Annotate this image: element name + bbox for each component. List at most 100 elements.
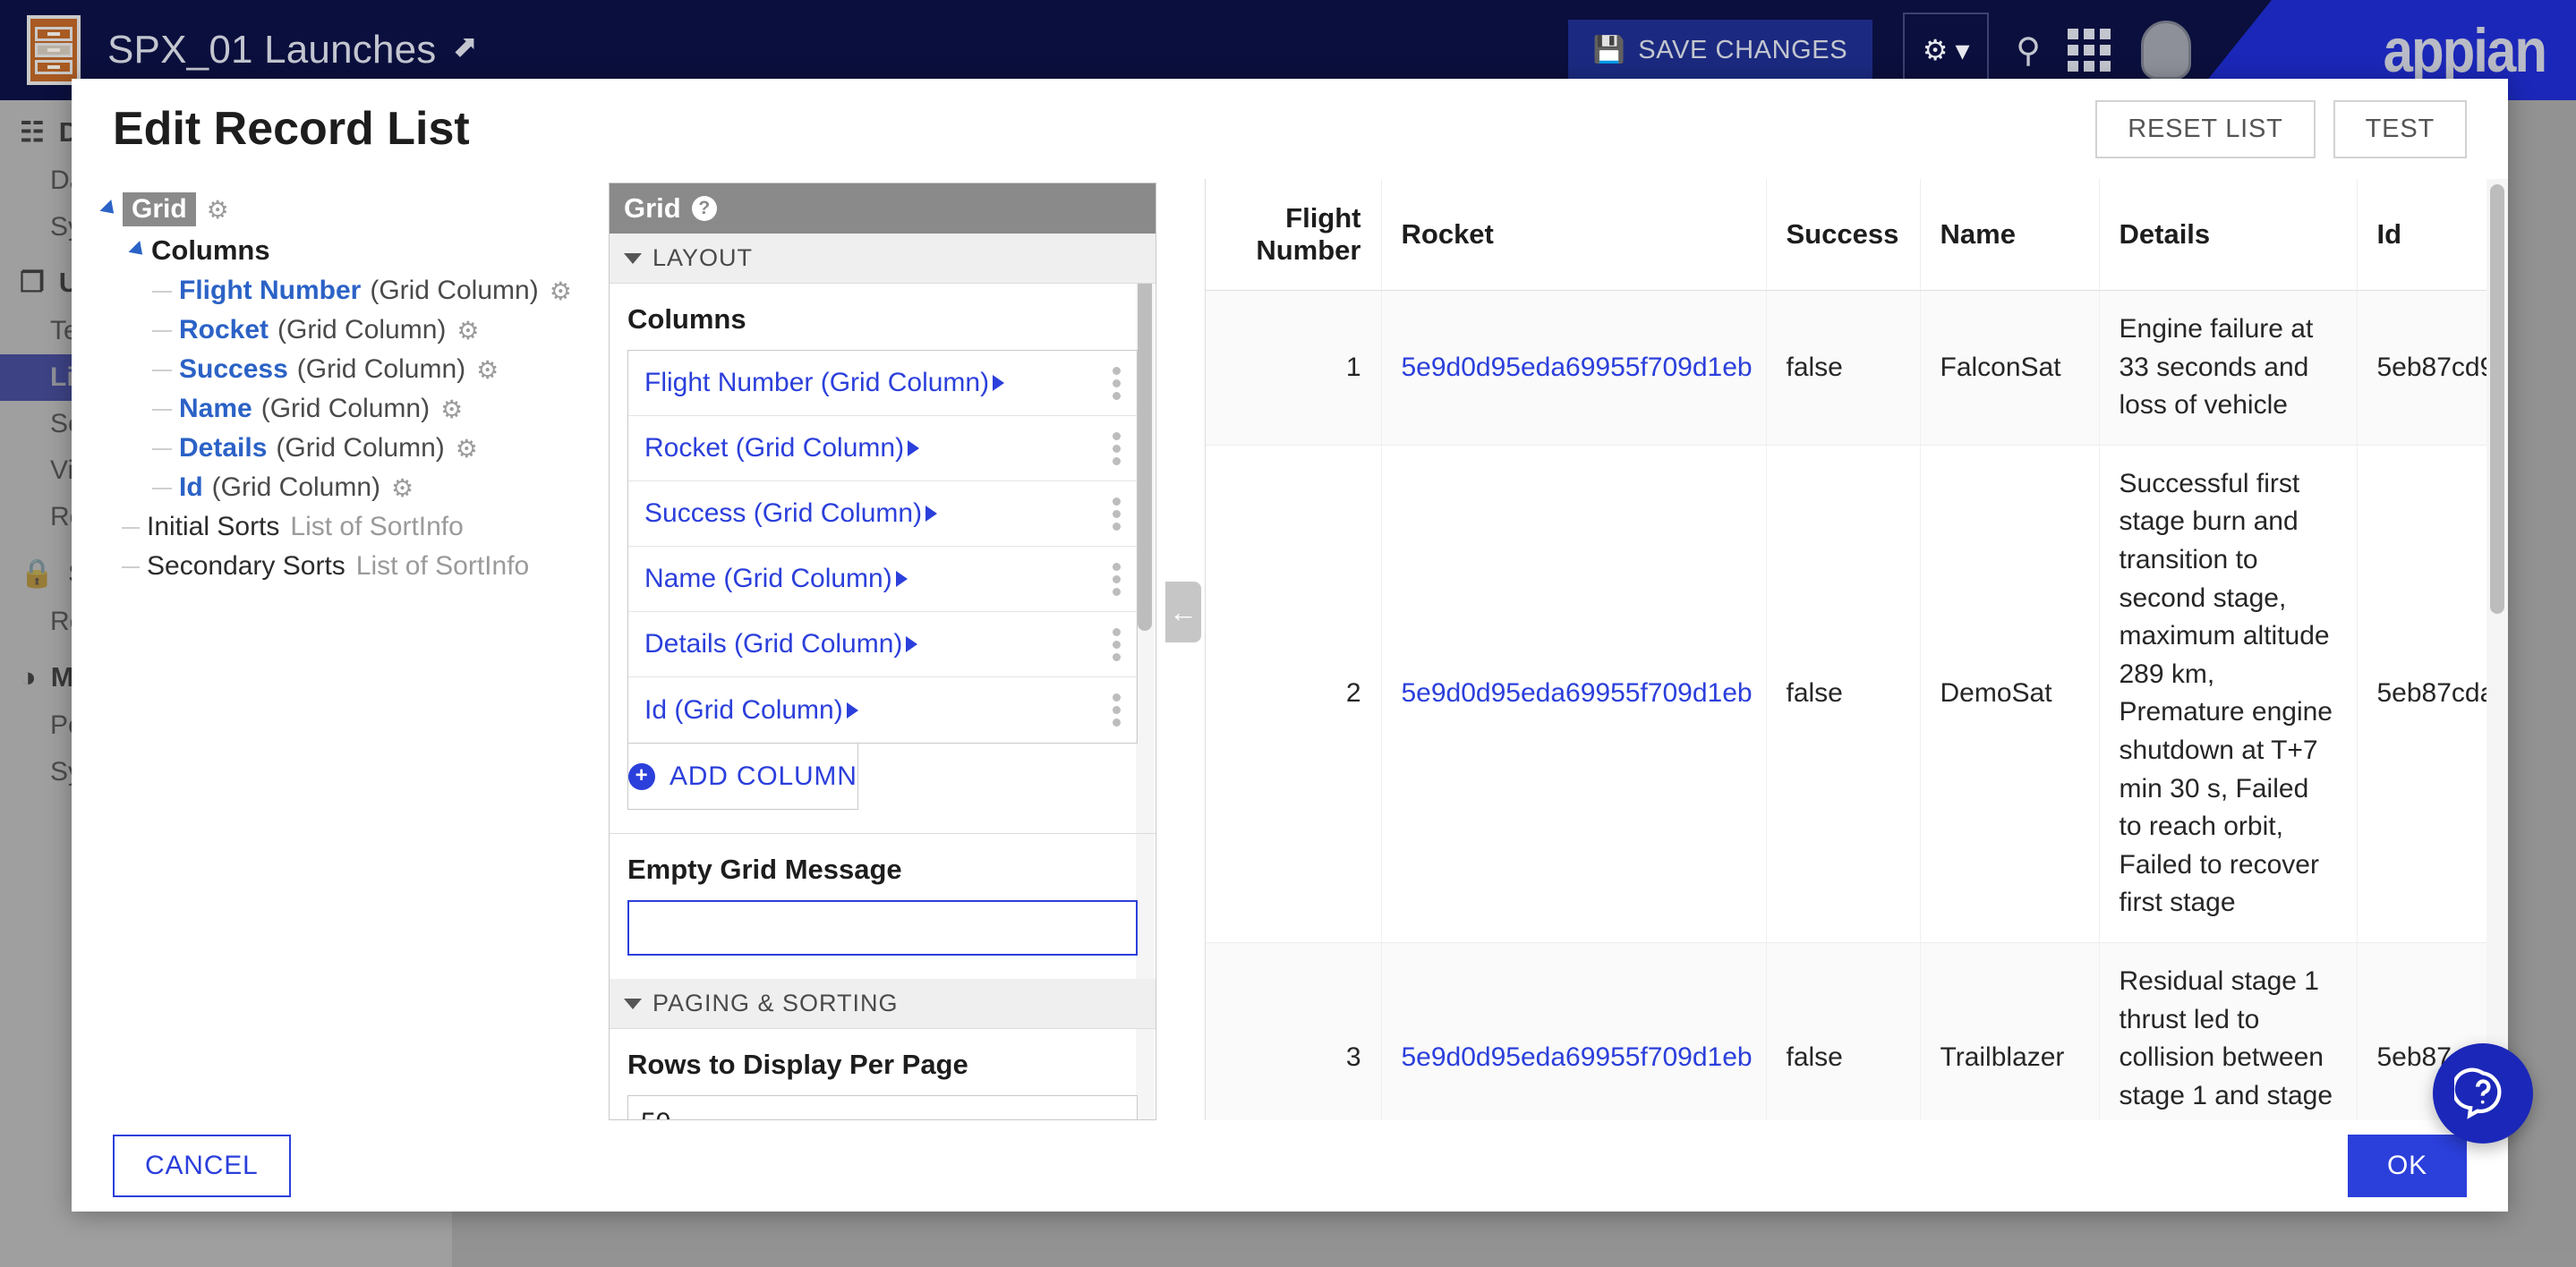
- kebab-menu-icon[interactable]: [1113, 497, 1121, 531]
- column-header-success[interactable]: Success: [1766, 179, 1921, 291]
- help-circle-icon[interactable]: ?: [691, 196, 717, 221]
- kebab-menu-icon[interactable]: [1113, 693, 1121, 727]
- cell-name: FalconSat: [1920, 290, 2100, 446]
- config-scroll-area: LAYOUT Columns Flight Number (Grid Colum…: [610, 234, 1156, 1119]
- tree-node-grid[interactable]: Grid ⚙: [99, 192, 609, 226]
- expand-arrow-icon[interactable]: [895, 571, 908, 587]
- tree-column-type: (Grid Column): [211, 472, 381, 502]
- column-list-item[interactable]: Success (Grid Column): [628, 481, 1137, 547]
- globe-search-icon[interactable]: ⚲: [2016, 30, 2041, 71]
- rows-per-page-input[interactable]: [627, 1095, 1138, 1119]
- gear-icon: ⚙: [1922, 34, 1949, 66]
- collapse-left-arrow-icon[interactable]: ←: [1165, 582, 1201, 642]
- column-list-item[interactable]: Details (Grid Column): [628, 612, 1137, 677]
- tree-column-name: Id: [179, 472, 203, 502]
- cell-id: 5eb87cdaffd: [2357, 445, 2508, 943]
- grid-scrollbar-thumb[interactable]: [2490, 184, 2504, 614]
- tree-column-name: Flight Number: [179, 276, 362, 305]
- table-row[interactable]: 3 5e9d0d95eda69955f709d1eb false Trailbl…: [1206, 942, 2508, 1120]
- expand-triangle-icon[interactable]: [128, 241, 149, 260]
- open-external-icon[interactable]: ⬈: [453, 29, 479, 64]
- expand-arrow-icon[interactable]: [846, 702, 858, 719]
- column-header-name[interactable]: Name: [1920, 179, 2100, 291]
- app-grid-icon[interactable]: [2068, 29, 2111, 72]
- tree-node-column[interactable]: Flight Number (Grid Column) ⚙: [102, 276, 609, 306]
- column-list-item[interactable]: Flight Number (Grid Column): [628, 351, 1137, 416]
- tree-column-name: Rocket: [179, 315, 269, 344]
- tree-column-name: Details: [179, 433, 268, 463]
- gear-icon[interactable]: ⚙: [391, 473, 414, 503]
- expand-arrow-icon[interactable]: [908, 440, 920, 456]
- tree-node-column[interactable]: Id (Grid Column) ⚙: [102, 472, 609, 503]
- section-layout[interactable]: LAYOUT: [610, 234, 1156, 284]
- tree-node-columns[interactable]: Columns: [102, 234, 609, 267]
- gear-icon[interactable]: ⚙: [456, 434, 478, 463]
- grid-config-panel: Grid ? LAYOUT Columns Flight Number (Gri…: [609, 183, 1156, 1120]
- table-row[interactable]: 2 5e9d0d95eda69955f709d1eb false DemoSat…: [1206, 445, 2508, 943]
- rocket-link[interactable]: 5e9d0d95eda69955f709d1eb: [1402, 353, 1753, 382]
- column-header-details[interactable]: Details: [2099, 179, 2358, 291]
- config-panel-title: Grid: [624, 192, 681, 224]
- gear-icon[interactable]: ⚙: [476, 355, 499, 385]
- help-fab-button[interactable]: [2433, 1043, 2533, 1144]
- kebab-menu-icon[interactable]: [1113, 431, 1121, 465]
- gear-icon[interactable]: ⚙: [207, 195, 229, 225]
- cell-flight-number: 3: [1206, 942, 1382, 1120]
- cell-rocket[interactable]: 5e9d0d95eda69955f709d1eb: [1381, 942, 1767, 1120]
- section-paging-sorting[interactable]: PAGING & SORTING: [610, 979, 1156, 1029]
- kebab-menu-icon[interactable]: [1113, 562, 1121, 596]
- cell-rocket[interactable]: 5e9d0d95eda69955f709d1eb: [1381, 290, 1767, 446]
- empty-grid-block: Empty Grid Message: [610, 834, 1156, 979]
- expand-arrow-icon[interactable]: [906, 636, 918, 652]
- tree-leaf-type: List of SortInfo: [355, 551, 530, 581]
- config-panel-header: Grid ?: [610, 183, 1156, 234]
- ok-button[interactable]: OK: [2348, 1135, 2467, 1197]
- cell-rocket[interactable]: 5e9d0d95eda69955f709d1eb: [1381, 445, 1767, 943]
- column-header-rocket[interactable]: Rocket: [1381, 179, 1767, 291]
- column-list-item[interactable]: Rocket (Grid Column): [628, 416, 1137, 481]
- tree-column-type: (Grid Column): [277, 315, 447, 344]
- cancel-button[interactable]: CANCEL: [113, 1135, 291, 1197]
- rocket-link[interactable]: 5e9d0d95eda69955f709d1eb: [1402, 678, 1753, 708]
- caret-down-icon: [624, 998, 642, 1009]
- column-header-id[interactable]: Id: [2357, 179, 2508, 291]
- tree-node-column[interactable]: Details (Grid Column) ⚙: [102, 433, 609, 463]
- tree-column-name: Name: [179, 394, 252, 423]
- dialog-footer: CANCEL OK: [72, 1120, 2508, 1212]
- kebab-menu-icon[interactable]: [1113, 627, 1121, 661]
- tree-node-initial-sorts[interactable]: Initial Sorts List of SortInfo: [102, 512, 609, 542]
- tree-column-type: (Grid Column): [370, 276, 539, 305]
- column-item-label: Flight Number (Grid Column): [644, 368, 990, 397]
- add-column-label: ADD COLUMN: [670, 761, 857, 791]
- expand-arrow-icon[interactable]: [925, 506, 938, 522]
- reset-list-button[interactable]: RESET LIST: [2095, 99, 2316, 158]
- settings-menu-button[interactable]: ⚙ ▾: [1903, 13, 1990, 88]
- kebab-menu-icon[interactable]: [1113, 366, 1121, 400]
- column-list-item[interactable]: Id (Grid Column): [628, 677, 1137, 743]
- tree-node-column[interactable]: Rocket (Grid Column) ⚙: [102, 315, 609, 345]
- expand-arrow-icon[interactable]: [993, 375, 1005, 391]
- empty-grid-message-input[interactable]: [627, 900, 1138, 956]
- save-changes-button[interactable]: 💾 SAVE CHANGES: [1567, 20, 1873, 81]
- tree-node-column[interactable]: Name (Grid Column) ⚙: [102, 394, 609, 424]
- gear-icon[interactable]: ⚙: [456, 316, 479, 345]
- tree-node-secondary-sorts[interactable]: Secondary Sorts List of SortInfo: [102, 551, 609, 582]
- column-list-item[interactable]: Name (Grid Column): [628, 547, 1137, 612]
- column-header-flight-number[interactable]: Flight Number: [1206, 179, 1382, 291]
- gear-icon[interactable]: ⚙: [550, 276, 572, 306]
- columns-block: Columns Flight Number (Grid Column) Rock…: [610, 284, 1156, 833]
- gear-icon[interactable]: ⚙: [440, 395, 463, 424]
- tree-node-column[interactable]: Success (Grid Column) ⚙: [102, 354, 609, 385]
- rocket-link[interactable]: 5e9d0d95eda69955f709d1eb: [1402, 1042, 1753, 1072]
- table-row[interactable]: 1 5e9d0d95eda69955f709d1eb false FalconS…: [1206, 290, 2508, 446]
- cell-flight-number: 1: [1206, 290, 1382, 446]
- rows-per-page-label: Rows to Display Per Page: [627, 1049, 968, 1080]
- user-avatar-icon[interactable]: [2141, 21, 2191, 80]
- test-button[interactable]: TEST: [2333, 99, 2467, 158]
- columns-label: Columns: [627, 303, 746, 335]
- cell-name: Trailblazer: [1920, 942, 2100, 1120]
- add-column-button[interactable]: + ADD COLUMN: [627, 744, 858, 810]
- expand-triangle-icon[interactable]: [99, 200, 120, 219]
- column-item-label: Success (Grid Column): [644, 498, 923, 528]
- dialog-header: Edit Record List RESET LIST TEST: [72, 79, 2508, 179]
